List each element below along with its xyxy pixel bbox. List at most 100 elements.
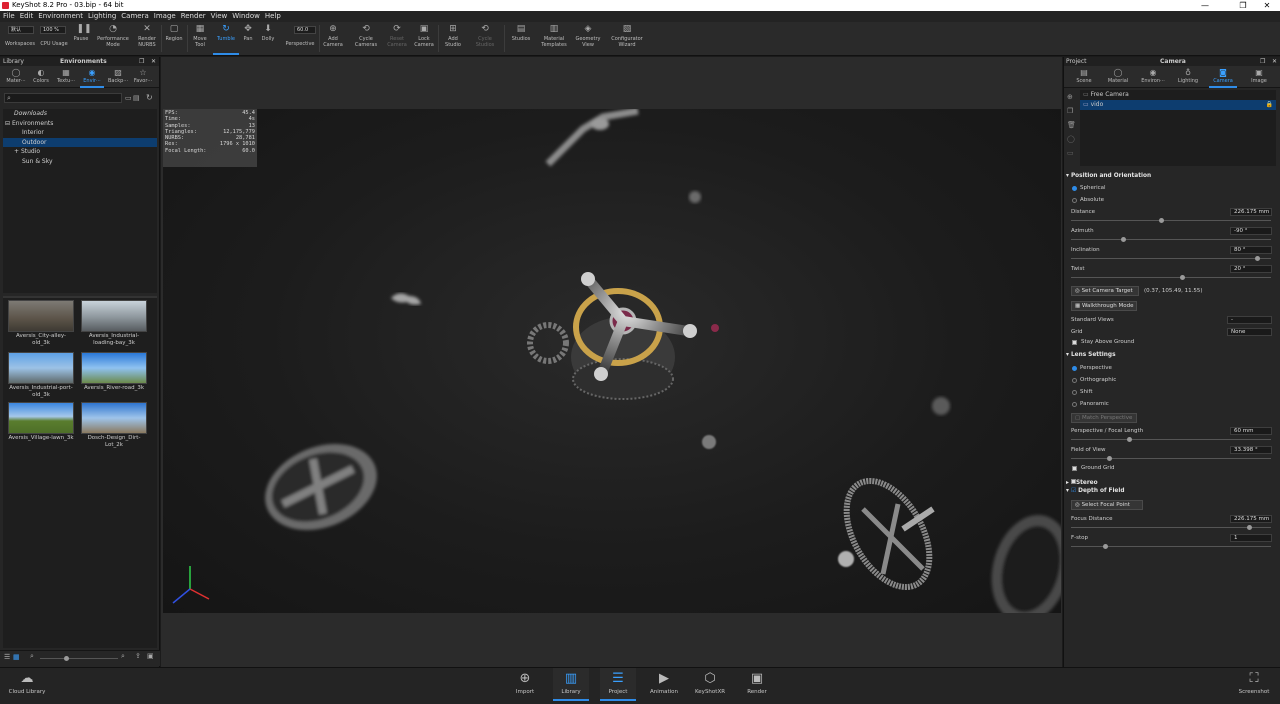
slider-knob[interactable]: [1127, 437, 1132, 442]
add-studio-button[interactable]: ⊞ Add Studio: [440, 22, 466, 55]
fstop-input[interactable]: 1: [1230, 534, 1272, 542]
select-focal-point-button[interactable]: ◎ Select Focal Point: [1071, 500, 1143, 510]
slider-knob[interactable]: [1180, 275, 1185, 280]
configurator-wizard-button[interactable]: ▧ Configurator Wizard: [605, 22, 649, 55]
add-camera-button[interactable]: ⊕ Add Camera: [320, 22, 346, 55]
menu-file[interactable]: File: [3, 12, 15, 20]
tab-image[interactable]: ▣ Image: [1246, 66, 1272, 88]
slider-knob[interactable]: [1247, 525, 1252, 530]
standard-views-select[interactable]: -: [1227, 316, 1272, 324]
material-templates-button[interactable]: ▥ Material Templates: [537, 22, 571, 55]
cpu-usage-button[interactable]: CPU Usage: [38, 22, 70, 55]
distance-input[interactable]: 226.175 mm: [1230, 208, 1272, 216]
slider-knob[interactable]: [1159, 218, 1164, 223]
tab-lighting[interactable]: ♁ Lighting: [1173, 66, 1203, 88]
thumbnail-size-slider[interactable]: [40, 656, 118, 661]
thumb-loading-bay[interactable]: Aversis_Industrial-loading-bay_3k: [81, 300, 147, 347]
thumb-port-old[interactable]: Aversis_Industrial-port-old_3k: [8, 352, 74, 399]
depth-of-field-section[interactable]: ▾ ☑ Depth of Field: [1066, 488, 1125, 494]
menu-lighting[interactable]: Lighting: [88, 12, 116, 20]
pan-button[interactable]: ✥ Pan: [239, 22, 257, 55]
tab-materials[interactable]: ◯ Mater···: [4, 66, 28, 88]
studios-button[interactable]: ▤ Studios: [507, 22, 535, 55]
camera-item-vido[interactable]: ▭ vido 🔒: [1080, 100, 1276, 110]
close-button[interactable]: ✕: [1252, 0, 1280, 11]
tree-studio[interactable]: + Studio: [3, 147, 157, 157]
slider-knob[interactable]: [64, 656, 69, 661]
menu-view[interactable]: View: [211, 12, 228, 20]
fov-input[interactable]: 33.398 °: [1230, 446, 1272, 454]
tree-outdoor[interactable]: Outdoor: [3, 137, 157, 147]
save-icon[interactable]: ▭: [1067, 146, 1077, 160]
move-tool-button[interactable]: ▦ Move Tool: [188, 22, 212, 55]
geometry-view-button[interactable]: ◈ Geometry View: [573, 22, 603, 55]
menu-render[interactable]: Render: [181, 12, 206, 20]
tab-scene[interactable]: ▤ Scene: [1072, 66, 1096, 88]
absolute-radio[interactable]: [1072, 198, 1077, 203]
add-camera-icon[interactable]: ⊕: [1067, 90, 1077, 104]
reset-icon[interactable]: ◯: [1067, 132, 1077, 146]
cycle-cameras-button[interactable]: ⟲ Cycle Cameras: [351, 22, 381, 55]
view-icon[interactable]: ▤: [133, 94, 140, 102]
focus-distance-slider[interactable]: [1071, 525, 1271, 530]
slider-knob[interactable]: [1255, 256, 1260, 261]
stay-above-ground-checkbox[interactable]: [1072, 340, 1077, 345]
focal-length-input[interactable]: 60 mm: [1230, 427, 1272, 435]
grid-view-icon[interactable]: ▦: [13, 653, 20, 661]
perspective-button[interactable]: Perspective: [281, 22, 319, 55]
folder-icon[interactable]: ▭: [125, 94, 132, 102]
library-search-input[interactable]: ⌕: [4, 93, 122, 103]
pause-button[interactable]: ❚❚ Pause: [70, 22, 92, 55]
menu-help[interactable]: Help: [265, 12, 281, 20]
tab-colors[interactable]: ◐ Colors: [29, 66, 53, 88]
tumble-button[interactable]: ↻ Tumble: [213, 22, 239, 55]
import-button[interactable]: ⊕ Import: [507, 668, 543, 701]
cycle-studios-button[interactable]: ⟲ Cycle Studios: [470, 22, 500, 55]
lock-icon[interactable]: 🔒: [1266, 100, 1273, 110]
azimuth-slider[interactable]: [1071, 237, 1271, 242]
upload-icon[interactable]: ⇪: [135, 652, 141, 660]
slider-knob[interactable]: [1121, 237, 1126, 242]
tree-downloads[interactable]: Downloads: [3, 109, 157, 119]
thumb-river-road[interactable]: Aversis_River-road_3k: [81, 352, 147, 392]
tab-backplates[interactable]: ▨ Backp···: [106, 66, 130, 88]
lock-camera-button[interactable]: ▣ Lock Camera: [411, 22, 437, 55]
animation-button[interactable]: ▶ Animation: [646, 668, 682, 701]
twist-input[interactable]: 20 °: [1230, 265, 1272, 273]
tab-material[interactable]: ◯ Material: [1104, 66, 1132, 88]
tree-environments[interactable]: ⊟ Environments: [3, 119, 157, 129]
tab-textures[interactable]: ▦ Textu···: [54, 66, 78, 88]
grid-select[interactable]: None: [1227, 328, 1272, 336]
menu-window[interactable]: Window: [232, 12, 260, 20]
fstop-slider[interactable]: [1071, 544, 1271, 549]
thumb-village-lawn[interactable]: Aversis_Village-lawn_3k: [8, 402, 74, 442]
focal-length-slider[interactable]: [1071, 437, 1271, 442]
match-perspective-button[interactable]: ▢ Match Perspective: [1071, 413, 1137, 423]
list-view-icon[interactable]: ☰: [4, 653, 10, 661]
cloud-library-button[interactable]: ☁ Cloud Library: [5, 668, 49, 701]
camera-item-free[interactable]: ▭ Free Camera: [1080, 90, 1276, 100]
tree-sun-sky[interactable]: Sun & Sky: [3, 157, 157, 167]
zoom-in-icon[interactable]: ⌕: [121, 652, 125, 661]
render-button[interactable]: ▣ Render: [739, 668, 775, 701]
stereo-section[interactable]: ▸ Stereo: [1066, 479, 1098, 486]
thumb-city-alley[interactable]: Aversis_City-alley-old_3k: [8, 300, 74, 347]
slider-knob[interactable]: [1103, 544, 1108, 549]
inclination-slider[interactable]: [1071, 256, 1271, 261]
zoom-out-icon[interactable]: ⌕: [30, 652, 34, 661]
position-orientation-section[interactable]: ▾ Position and Orientation: [1066, 173, 1151, 179]
workspaces-button[interactable]: Workspaces: [2, 22, 38, 55]
perspective-radio[interactable]: [1072, 366, 1077, 371]
delete-camera-icon[interactable]: 🗑: [1067, 118, 1077, 132]
orthographic-radio[interactable]: [1072, 378, 1077, 383]
inclination-input[interactable]: 80 °: [1230, 246, 1272, 254]
focus-distance-input[interactable]: 226.175 mm: [1230, 515, 1272, 523]
stereo-checkbox[interactable]: [1070, 479, 1076, 484]
spherical-radio[interactable]: [1072, 186, 1077, 191]
library-button[interactable]: ▥ Library: [553, 668, 589, 701]
reset-camera-button[interactable]: ⟳ Reset Camera: [384, 22, 410, 55]
undock-icon[interactable]: ❐: [139, 57, 144, 66]
render-nurbs-button[interactable]: ✕ Render NURBS: [133, 22, 161, 55]
shift-radio[interactable]: [1072, 390, 1077, 395]
tab-camera[interactable]: ◙ Camera: [1209, 66, 1237, 88]
